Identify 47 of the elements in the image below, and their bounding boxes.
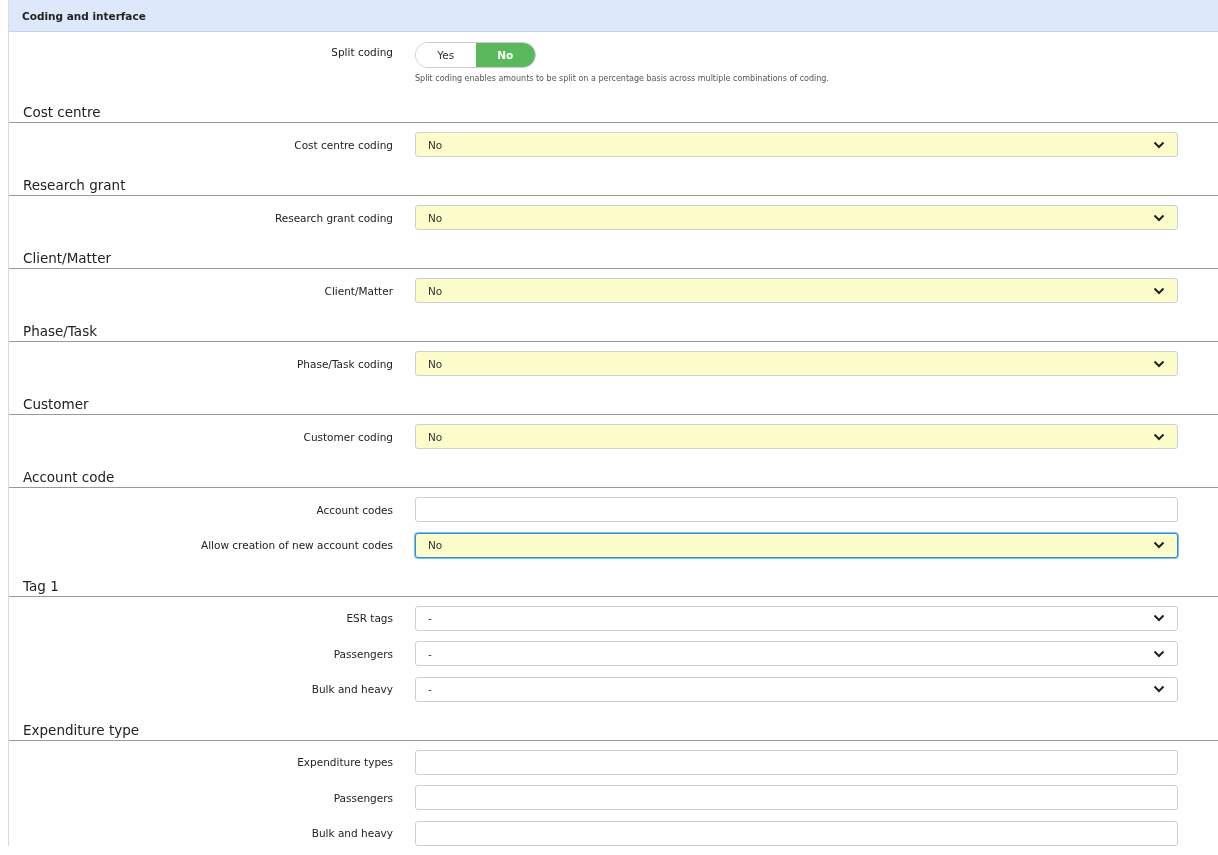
dropdown[interactable]: No	[415, 278, 1178, 303]
help-text: Split coding enables amounts to be split on a percentage basis across multiple combinations of coding.	[415, 74, 830, 84]
field-label: Bulk and heavy	[311, 683, 393, 695]
field-label: Bulk and heavy	[311, 827, 393, 839]
chevron-down-icon	[1153, 614, 1165, 622]
chevron-down-icon	[1153, 359, 1165, 368]
section-heading: Tag 1	[9, 575, 1218, 597]
input-field[interactable]	[415, 785, 1178, 810]
chevron-down-icon	[1153, 432, 1165, 441]
chevron-down-icon	[1153, 286, 1165, 295]
field-label: Split coding	[331, 45, 393, 58]
field-label: Passengers	[333, 791, 393, 804]
dropdown[interactable]: No	[415, 351, 1178, 376]
section-heading: Account code	[9, 467, 1218, 488]
field-label: ESR tags	[346, 612, 393, 624]
input-field[interactable]	[415, 749, 1178, 775]
field-label: Account codes	[316, 503, 393, 516]
field-label: Research grant coding	[274, 211, 393, 224]
dropdown[interactable]: No	[415, 532, 1178, 558]
panel-header: Coding and interface	[9, 0, 1218, 32]
chevron-down-icon	[1153, 541, 1165, 549]
input-field[interactable]	[415, 820, 1178, 846]
field-label: Phase/Task coding	[297, 357, 393, 370]
field-label: Customer coding	[303, 430, 393, 443]
section-heading: Customer	[9, 394, 1218, 415]
yes-no-toggle[interactable]: Yes No	[415, 42, 536, 68]
section-heading: Phase/Task	[9, 321, 1218, 342]
dropdown[interactable]: No	[415, 205, 1178, 230]
dropdown[interactable]: No	[415, 132, 1178, 157]
dropdown[interactable]: -	[415, 676, 1178, 702]
dropdown[interactable]: No	[415, 424, 1178, 449]
dropdown[interactable]: -	[415, 605, 1178, 631]
chevron-down-icon	[1153, 213, 1165, 222]
field-label: Client/Matter	[324, 284, 393, 297]
field-label: Allow creation of new account codes	[200, 539, 393, 551]
chevron-down-icon	[1153, 649, 1165, 658]
section-heading: Cost centre	[9, 102, 1218, 123]
section-heading: Expenditure type	[9, 719, 1218, 741]
section-heading: Client/Matter	[9, 248, 1218, 269]
field-label: Expenditure types	[297, 756, 393, 768]
field-label: Cost centre coding	[294, 138, 393, 151]
input-field[interactable]	[415, 497, 1178, 522]
chevron-down-icon	[1153, 140, 1165, 149]
field-label: Passengers	[333, 647, 393, 660]
section-heading: Research grant	[9, 175, 1218, 196]
dropdown[interactable]: -	[415, 641, 1178, 666]
chevron-down-icon	[1153, 685, 1165, 693]
